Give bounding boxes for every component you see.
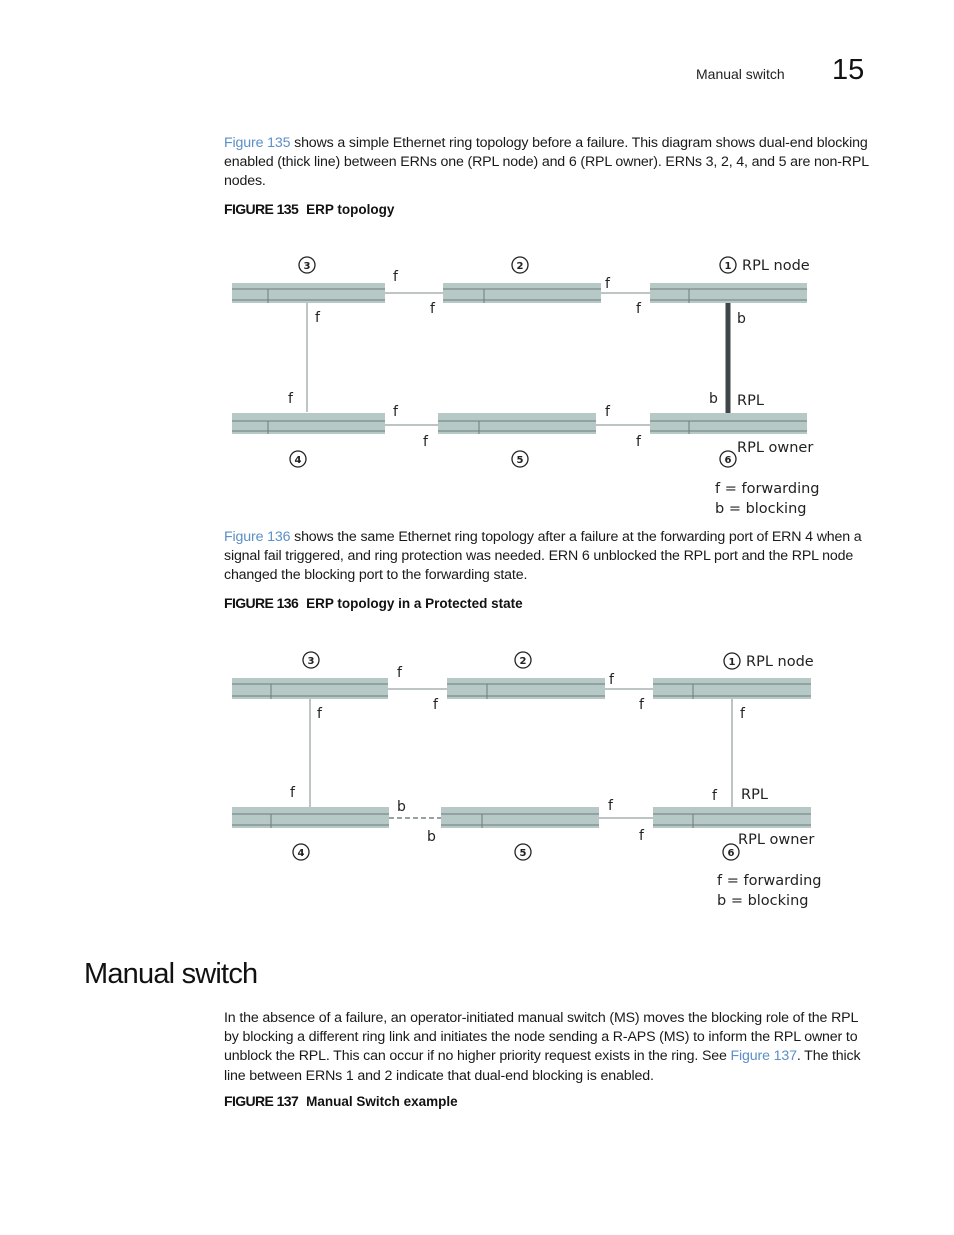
switch-1 [653,678,811,699]
rpl-owner-label: RPL owner [738,832,814,848]
legend-forwarding: f = forwarding [717,873,822,889]
port-state: b [427,829,436,845]
switch-2 [447,678,605,699]
svg-text:1: 1 [729,657,736,668]
port-state: f [639,697,645,713]
switch-3 [232,678,388,699]
legend-blocking: b = blocking [717,893,808,909]
node-5-marker: 5 [514,843,532,861]
port-state: f [609,672,615,688]
node-3-marker: 3 [302,651,320,669]
svg-text:4: 4 [298,848,305,859]
switch-4 [232,807,389,828]
port-state: f [317,706,323,722]
svg-text:2: 2 [520,656,527,667]
switch-5 [441,807,599,828]
rpl-label: RPL [741,787,768,803]
rpl-node-label: RPL node [746,654,814,670]
svg-text:3: 3 [308,656,315,667]
node-4-marker: 4 [292,843,310,861]
port-state: f [639,828,645,844]
svg-text:5: 5 [520,848,527,859]
port-state: f [290,785,296,801]
figure-136-diagram: 3 2 1 4 5 6 RPL node RPL RPL owner f f f… [232,651,822,909]
port-state: f [608,798,614,814]
port-state: b [397,799,406,815]
port-state: f [740,706,746,722]
port-state: f [433,697,439,713]
node-6-marker: 6 [722,843,740,861]
port-state: f [397,665,403,681]
switch-6 [653,807,811,828]
port-state: f [712,788,718,804]
node-2-marker: 2 [514,651,532,669]
node-1-marker: 1 [723,652,741,670]
svg-text:6: 6 [728,848,735,859]
